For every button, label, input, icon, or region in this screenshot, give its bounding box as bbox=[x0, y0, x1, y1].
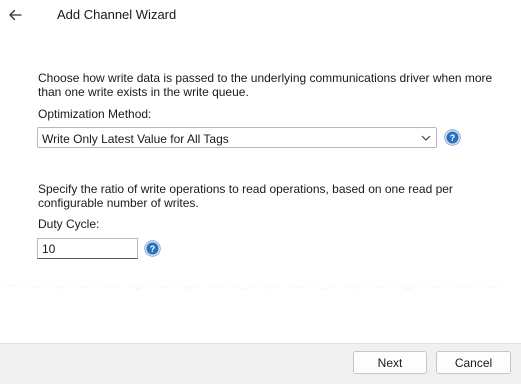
help-icon[interactable]: ? bbox=[144, 240, 161, 257]
svg-text:?: ? bbox=[150, 244, 156, 254]
back-button[interactable] bbox=[5, 5, 25, 25]
optimization-description: Choose how write data is passed to the u… bbox=[38, 71, 493, 99]
svg-text:?: ? bbox=[450, 133, 456, 143]
optimization-method-label: Optimization Method: bbox=[38, 107, 152, 121]
page-title: Add Channel Wizard bbox=[57, 7, 177, 22]
next-button[interactable]: Next bbox=[353, 351, 427, 374]
arrow-left-icon bbox=[9, 9, 22, 21]
cancel-button[interactable]: Cancel bbox=[436, 351, 511, 374]
optimization-method-select[interactable]: Write Only Latest Value for All Tags bbox=[37, 127, 437, 148]
torn-edge-divider bbox=[0, 283, 521, 320]
duty-cycle-label: Duty Cycle: bbox=[38, 217, 100, 231]
chevron-down-icon bbox=[421, 135, 431, 141]
optimization-method-value: Write Only Latest Value for All Tags bbox=[42, 132, 229, 146]
duty-cycle-input[interactable] bbox=[37, 238, 138, 259]
help-icon[interactable]: ? bbox=[444, 129, 461, 146]
duty-cycle-description: Specify the ratio of write operations to… bbox=[38, 182, 453, 210]
